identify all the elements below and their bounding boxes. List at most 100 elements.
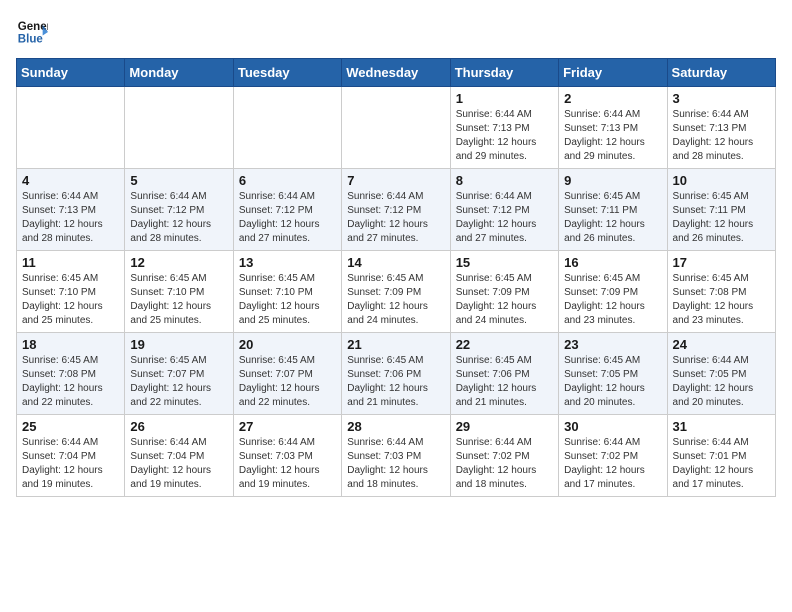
day-info: Sunrise: 6:45 AM Sunset: 7:06 PM Dayligh… bbox=[347, 354, 444, 410]
calendar-cell: 1 Sunrise: 6:44 AM Sunset: 7:13 PM Daylig… bbox=[450, 87, 558, 169]
day-number: 14 bbox=[347, 255, 444, 270]
calendar-week-4: 18Sunrise: 6:45 AM Sunset: 7:08 PM Dayli… bbox=[17, 333, 776, 415]
day-number: 13 bbox=[239, 255, 336, 270]
calendar-header-row: SundayMondayTuesdayWednesdayThursdayFrid… bbox=[17, 59, 776, 87]
day-info: Sunrise: 6:44 AM Sunset: 7:12 PM Dayligh… bbox=[239, 190, 336, 246]
day-info: Sunrise: 6:44 AM Sunset: 7:02 PM Dayligh… bbox=[564, 436, 661, 492]
logo: General Blue bbox=[16, 16, 48, 48]
calendar-cell: 11Sunrise: 6:45 AM Sunset: 7:10 PM Dayli… bbox=[17, 251, 125, 333]
calendar-cell: 19 Sunrise: 6:45 AM Sunset: 7:07 PM Dayli… bbox=[125, 333, 233, 415]
day-header-saturday: Saturday bbox=[667, 59, 775, 87]
calendar-week-5: 25 Sunrise: 6:44 AM Sunset: 7:04 PM Dayli… bbox=[17, 415, 776, 497]
calendar-week-1: 1 Sunrise: 6:44 AM Sunset: 7:13 PM Daylig… bbox=[17, 87, 776, 169]
day-info: Sunrise: 6:45 AM Sunset: 7:10 PM Dayligh… bbox=[130, 272, 227, 328]
day-info: Sunrise: 6:44 AM Sunset: 7:13 PM Dayligh… bbox=[673, 108, 770, 164]
day-info: Sunrise: 6:44 AM Sunset: 7:01 PM Dayligh… bbox=[673, 436, 770, 492]
day-info: Sunrise: 6:44 AM Sunset: 7:04 PM Dayligh… bbox=[22, 436, 119, 492]
day-number: 2 bbox=[564, 91, 661, 106]
day-info: Sunrise: 6:44 AM Sunset: 7:02 PM Dayligh… bbox=[456, 436, 553, 492]
day-number: 4 bbox=[22, 173, 119, 188]
day-number: 23 bbox=[564, 337, 661, 352]
calendar-cell: 14 Sunrise: 6:45 AM Sunset: 7:09 PM Dayli… bbox=[342, 251, 450, 333]
calendar-cell: 5 Sunrise: 6:44 AM Sunset: 7:12 PM Daylig… bbox=[125, 169, 233, 251]
day-header-thursday: Thursday bbox=[450, 59, 558, 87]
calendar-cell: 16Sunrise: 6:45 AM Sunset: 7:09 PM Dayli… bbox=[559, 251, 667, 333]
day-number: 29 bbox=[456, 419, 553, 434]
day-info: Sunrise: 6:45 AM Sunset: 7:09 PM Dayligh… bbox=[347, 272, 444, 328]
day-header-friday: Friday bbox=[559, 59, 667, 87]
day-number: 11 bbox=[22, 255, 119, 270]
calendar-cell: 20 Sunrise: 6:45 AM Sunset: 7:07 PM Dayli… bbox=[233, 333, 341, 415]
day-info: Sunrise: 6:45 AM Sunset: 7:07 PM Dayligh… bbox=[130, 354, 227, 410]
day-info: Sunrise: 6:45 AM Sunset: 7:08 PM Dayligh… bbox=[673, 272, 770, 328]
day-info: Sunrise: 6:44 AM Sunset: 7:13 PM Dayligh… bbox=[564, 108, 661, 164]
day-number: 17 bbox=[673, 255, 770, 270]
calendar-cell: 2 Sunrise: 6:44 AM Sunset: 7:13 PM Daylig… bbox=[559, 87, 667, 169]
day-number: 16 bbox=[564, 255, 661, 270]
day-info: Sunrise: 6:44 AM Sunset: 7:13 PM Dayligh… bbox=[22, 190, 119, 246]
day-number: 9 bbox=[564, 173, 661, 188]
calendar-cell: 28 Sunrise: 6:44 AM Sunset: 7:03 PM Dayli… bbox=[342, 415, 450, 497]
day-number: 1 bbox=[456, 91, 553, 106]
day-info: Sunrise: 6:44 AM Sunset: 7:03 PM Dayligh… bbox=[239, 436, 336, 492]
day-number: 27 bbox=[239, 419, 336, 434]
calendar-cell: 9Sunrise: 6:45 AM Sunset: 7:11 PM Daylig… bbox=[559, 169, 667, 251]
calendar-cell: 10 Sunrise: 6:45 AM Sunset: 7:11 PM Dayli… bbox=[667, 169, 775, 251]
day-number: 19 bbox=[130, 337, 227, 352]
day-info: Sunrise: 6:44 AM Sunset: 7:12 PM Dayligh… bbox=[347, 190, 444, 246]
day-number: 5 bbox=[130, 173, 227, 188]
calendar-cell: 23 Sunrise: 6:45 AM Sunset: 7:05 PM Dayli… bbox=[559, 333, 667, 415]
calendar-cell: 12 Sunrise: 6:45 AM Sunset: 7:10 PM Dayli… bbox=[125, 251, 233, 333]
day-header-monday: Monday bbox=[125, 59, 233, 87]
calendar-cell: 13Sunrise: 6:45 AM Sunset: 7:10 PM Dayli… bbox=[233, 251, 341, 333]
calendar-cell: 27 Sunrise: 6:44 AM Sunset: 7:03 PM Dayli… bbox=[233, 415, 341, 497]
day-info: Sunrise: 6:45 AM Sunset: 7:05 PM Dayligh… bbox=[564, 354, 661, 410]
calendar-cell bbox=[125, 87, 233, 169]
day-number: 3 bbox=[673, 91, 770, 106]
calendar-cell: 30Sunrise: 6:44 AM Sunset: 7:02 PM Dayli… bbox=[559, 415, 667, 497]
day-number: 12 bbox=[130, 255, 227, 270]
day-number: 6 bbox=[239, 173, 336, 188]
day-number: 22 bbox=[456, 337, 553, 352]
day-number: 24 bbox=[673, 337, 770, 352]
calendar-cell: 26Sunrise: 6:44 AM Sunset: 7:04 PM Dayli… bbox=[125, 415, 233, 497]
calendar-cell: 29 Sunrise: 6:44 AM Sunset: 7:02 PM Dayli… bbox=[450, 415, 558, 497]
svg-text:Blue: Blue bbox=[18, 34, 44, 46]
day-info: Sunrise: 6:45 AM Sunset: 7:09 PM Dayligh… bbox=[456, 272, 553, 328]
calendar-cell: 24 Sunrise: 6:44 AM Sunset: 7:05 PM Dayli… bbox=[667, 333, 775, 415]
day-info: Sunrise: 6:45 AM Sunset: 7:07 PM Dayligh… bbox=[239, 354, 336, 410]
page-header: General Blue bbox=[16, 16, 776, 48]
day-info: Sunrise: 6:45 AM Sunset: 7:08 PM Dayligh… bbox=[22, 354, 119, 410]
calendar-cell: 6 Sunrise: 6:44 AM Sunset: 7:12 PM Daylig… bbox=[233, 169, 341, 251]
day-number: 8 bbox=[456, 173, 553, 188]
calendar-cell: 4 Sunrise: 6:44 AM Sunset: 7:13 PM Daylig… bbox=[17, 169, 125, 251]
day-info: Sunrise: 6:44 AM Sunset: 7:03 PM Dayligh… bbox=[347, 436, 444, 492]
calendar-cell: 7 Sunrise: 6:44 AM Sunset: 7:12 PM Daylig… bbox=[342, 169, 450, 251]
calendar-cell: 17 Sunrise: 6:45 AM Sunset: 7:08 PM Dayli… bbox=[667, 251, 775, 333]
day-number: 20 bbox=[239, 337, 336, 352]
day-info: Sunrise: 6:44 AM Sunset: 7:12 PM Dayligh… bbox=[456, 190, 553, 246]
logo-icon: General Blue bbox=[16, 16, 48, 48]
day-info: Sunrise: 6:44 AM Sunset: 7:12 PM Dayligh… bbox=[130, 190, 227, 246]
calendar-cell: 22 Sunrise: 6:45 AM Sunset: 7:06 PM Dayli… bbox=[450, 333, 558, 415]
day-info: Sunrise: 6:44 AM Sunset: 7:13 PM Dayligh… bbox=[456, 108, 553, 164]
calendar-table: SundayMondayTuesdayWednesdayThursdayFrid… bbox=[16, 58, 776, 497]
day-info: Sunrise: 6:45 AM Sunset: 7:11 PM Dayligh… bbox=[673, 190, 770, 246]
day-number: 10 bbox=[673, 173, 770, 188]
day-info: Sunrise: 6:44 AM Sunset: 7:05 PM Dayligh… bbox=[673, 354, 770, 410]
day-number: 26 bbox=[130, 419, 227, 434]
calendar-cell: 15 Sunrise: 6:45 AM Sunset: 7:09 PM Dayli… bbox=[450, 251, 558, 333]
calendar-cell bbox=[233, 87, 341, 169]
day-number: 21 bbox=[347, 337, 444, 352]
day-number: 15 bbox=[456, 255, 553, 270]
day-number: 7 bbox=[347, 173, 444, 188]
day-number: 25 bbox=[22, 419, 119, 434]
calendar-week-2: 4 Sunrise: 6:44 AM Sunset: 7:13 PM Daylig… bbox=[17, 169, 776, 251]
calendar-week-3: 11 Sunrise: 6:45 AM Sunset: 7:10 PM Dayli… bbox=[17, 251, 776, 333]
calendar-cell: 21 Sunrise: 6:45 AM Sunset: 7:06 PM Dayli… bbox=[342, 333, 450, 415]
day-info: Sunrise: 6:45 AM Sunset: 7:06 PM Dayligh… bbox=[456, 354, 553, 410]
day-number: 28 bbox=[347, 419, 444, 434]
calendar-cell: 31Sunrise: 6:44 AM Sunset: 7:01 PM Dayli… bbox=[667, 415, 775, 497]
calendar-cell: 18Sunrise: 6:45 AM Sunset: 7:08 PM Dayli… bbox=[17, 333, 125, 415]
calendar-cell: 25 Sunrise: 6:44 AM Sunset: 7:04 PM Dayli… bbox=[17, 415, 125, 497]
